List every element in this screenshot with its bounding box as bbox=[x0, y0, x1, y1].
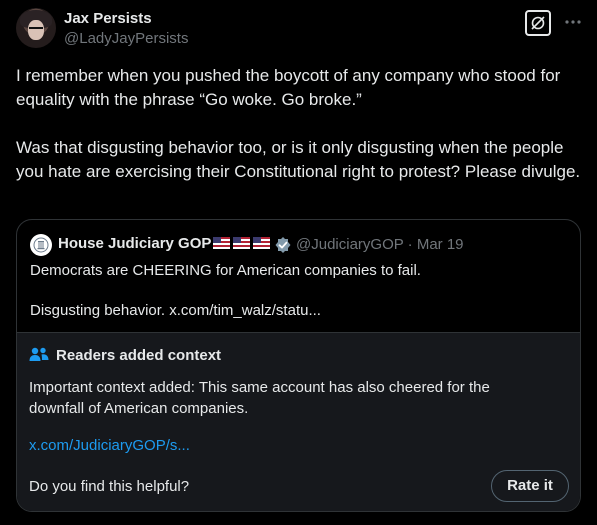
more-icon bbox=[565, 20, 581, 24]
author-name[interactable]: Jax Persists bbox=[64, 10, 152, 27]
quoted-tweet-card[interactable]: House Judiciary GOP @JudiciaryGOP · Mar … bbox=[16, 219, 581, 512]
quoted-author-name[interactable]: House Judiciary GOP bbox=[58, 235, 211, 252]
us-flag-icon bbox=[253, 237, 270, 249]
author-handle[interactable]: @LadyJayPersists bbox=[64, 30, 188, 47]
us-flag-icon bbox=[233, 237, 250, 249]
seal-icon bbox=[33, 237, 49, 253]
helpful-question: Do you find this helpful? bbox=[29, 478, 190, 495]
grok-button[interactable] bbox=[525, 10, 551, 36]
context-body: Important context added: This same accou… bbox=[29, 379, 490, 417]
quoted-handle[interactable]: @JudiciaryGOP bbox=[296, 236, 403, 253]
tweet-text: I remember when you pushed the boycott o… bbox=[16, 66, 581, 181]
author-avatar[interactable] bbox=[16, 8, 56, 48]
grok-icon bbox=[531, 16, 545, 30]
quoted-avatar[interactable] bbox=[30, 234, 52, 256]
people-icon bbox=[29, 346, 49, 369]
rate-it-button[interactable]: Rate it bbox=[491, 470, 569, 502]
context-source-link[interactable]: x.com/JudiciaryGOP/s... bbox=[29, 437, 190, 454]
more-button[interactable] bbox=[564, 12, 582, 32]
quoted-meta: @JudiciaryGOP · Mar 19 bbox=[296, 236, 464, 253]
flags bbox=[213, 237, 273, 255]
verified-badge-icon[interactable] bbox=[274, 236, 292, 259]
avatar-glasses bbox=[29, 27, 43, 33]
meta-separator: · bbox=[407, 236, 413, 253]
us-flag-icon bbox=[213, 237, 230, 249]
community-notes-box: Readers added context Important context … bbox=[17, 332, 580, 511]
context-title: Readers added context bbox=[56, 347, 222, 364]
quoted-tweet-text: Democrats are CHEERING for American comp… bbox=[30, 262, 421, 319]
quoted-date[interactable]: Mar 19 bbox=[417, 236, 464, 253]
tweet: Jax Persists @LadyJayPersists I remember… bbox=[0, 0, 597, 525]
